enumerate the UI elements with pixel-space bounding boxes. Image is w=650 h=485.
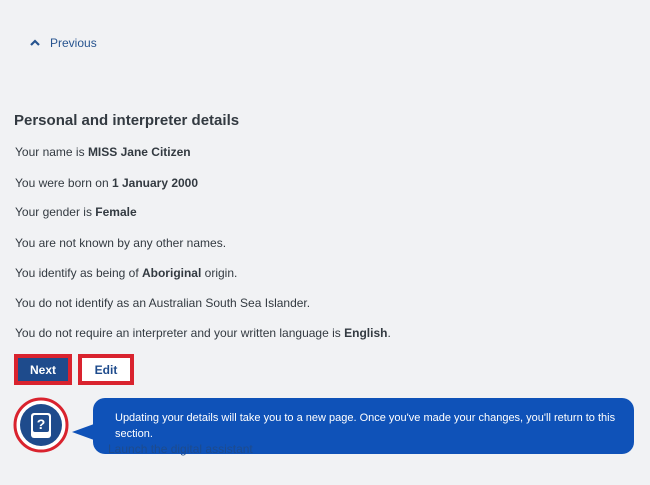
question-mark-glyph: ?: [37, 416, 46, 432]
gender-line: Your gender is Female: [15, 205, 137, 219]
name-line: Your name is MISS Jane Citizen: [15, 145, 191, 159]
assistant-message: Updating your details will take you to a…: [115, 412, 616, 440]
language-value: English: [344, 326, 388, 340]
language-line: You do not require an interpreter and yo…: [15, 326, 391, 340]
launch-assistant-link[interactable]: Launch the digital assistant: [108, 442, 253, 456]
gender-value: Female: [95, 205, 137, 219]
name-value: MISS Jane Citizen: [87, 145, 191, 159]
chevron-up-icon: [30, 39, 40, 46]
dob-value: 1 January 2000: [111, 176, 199, 190]
digital-assistant-icon[interactable]: ?: [13, 397, 69, 453]
next-button-label: Next: [18, 358, 68, 381]
speech-bubble-tail: [72, 424, 94, 440]
next-button[interactable]: Next: [14, 354, 72, 385]
previous-link[interactable]: Previous: [30, 36, 97, 50]
origin-line: You identify as being of Aboriginal orig…: [15, 266, 238, 280]
origin-value: Aboriginal: [141, 266, 202, 280]
section-heading: Personal and interpreter details: [14, 112, 240, 129]
edit-button-label: Edit: [82, 358, 130, 381]
islander-line: You do not identify as an Australian Sou…: [15, 296, 311, 310]
dob-line: You were born on 1 January 2000: [15, 176, 199, 190]
previous-label: Previous: [50, 36, 97, 50]
other-names-line: You are not known by any other names.: [15, 236, 227, 250]
edit-button[interactable]: Edit: [78, 354, 134, 385]
